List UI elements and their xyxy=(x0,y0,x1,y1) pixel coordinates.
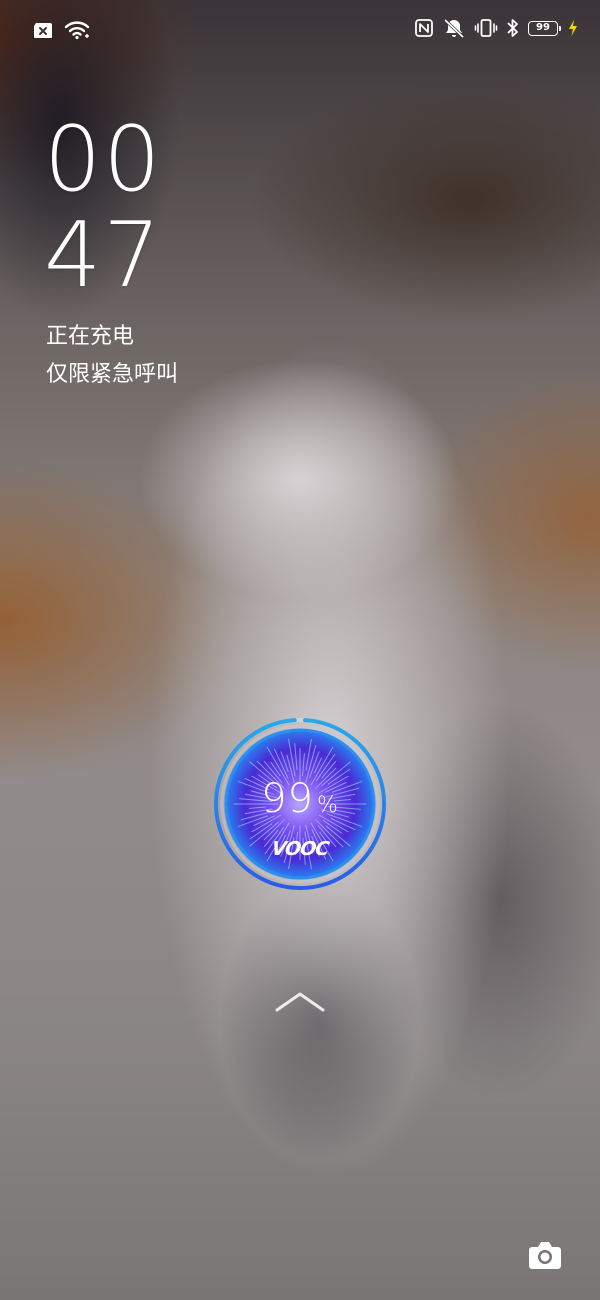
vooc-logo: VOOC xyxy=(270,838,330,860)
clock-hour: 00 xyxy=(44,107,163,212)
charging-bolt-icon xyxy=(568,20,578,36)
charge-percent: 99% xyxy=(210,776,390,822)
status-bar: 99 xyxy=(0,16,600,46)
nfc-icon xyxy=(414,18,434,38)
charging-indicator: 99% VOOC xyxy=(210,714,390,894)
charge-percent-value: 99 xyxy=(261,776,314,822)
clock-minute: 47 xyxy=(44,203,163,308)
battery-icon: 99 xyxy=(528,20,561,36)
wifi-icon xyxy=(64,20,90,40)
charging-status-text: 正在充电 xyxy=(46,324,135,349)
lock-screen: 99 00 47 正在充电 仅限紧急呼叫 99 % VOOC xyxy=(0,0,600,1300)
charge-percent-sign: % xyxy=(317,793,339,818)
lockscreen-clock: 00 47 xyxy=(44,112,163,304)
vibrate-icon xyxy=(474,18,498,38)
battery-level: 99 xyxy=(536,22,550,33)
chevron-up-icon[interactable] xyxy=(274,988,326,1014)
sim-error-icon xyxy=(32,22,54,39)
lockscreen-info: 正在充电 仅限紧急呼叫 xyxy=(46,318,178,394)
camera-icon[interactable] xyxy=(526,1236,564,1274)
bluetooth-icon xyxy=(506,18,520,38)
mute-icon xyxy=(442,18,466,38)
carrier-text: 仅限紧急呼叫 xyxy=(46,362,179,387)
